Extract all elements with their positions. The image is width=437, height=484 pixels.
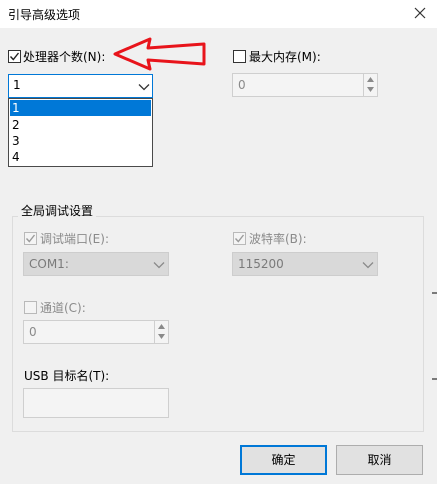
channel-value: 0 — [29, 325, 37, 339]
channel-spinner[interactable] — [154, 321, 168, 343]
processor-count-select[interactable]: 1 — [8, 74, 153, 98]
dropdown-option-2[interactable]: 2 — [10, 117, 151, 133]
max-memory-checkbox[interactable] — [233, 50, 246, 63]
channel-label: 通道(C): — [40, 301, 86, 315]
baud-rate-label: 波特率(B): — [249, 232, 307, 246]
spin-up-icon[interactable] — [158, 324, 165, 329]
scrollbar-mark — [432, 292, 437, 294]
debug-port-label: 调试端口(E): — [40, 232, 109, 246]
red-arrow-annotation — [113, 37, 206, 71]
cancel-button[interactable]: 取消 — [336, 445, 423, 475]
channel-checkbox[interactable] — [24, 301, 37, 314]
chevron-down-icon — [362, 262, 374, 269]
max-memory-input[interactable]: 0 — [232, 73, 378, 97]
debug-port-checkbox[interactable] — [24, 232, 37, 245]
max-memory-label: 最大内存(M): — [249, 50, 321, 64]
chevron-down-icon — [138, 84, 150, 91]
window-title: 引导高级选项 — [8, 8, 81, 22]
spin-down-icon[interactable] — [158, 334, 165, 339]
scrollbar-mark — [432, 378, 437, 380]
spin-up-icon[interactable] — [367, 77, 374, 82]
dropdown-option-3[interactable]: 3 — [10, 133, 151, 149]
option-label: 4 — [12, 150, 20, 164]
close-icon[interactable] — [411, 2, 429, 24]
usb-target-label: USB 目标名(T): — [24, 369, 110, 383]
usb-target-input[interactable] — [23, 388, 169, 418]
option-label: 3 — [12, 134, 20, 148]
channel-input[interactable]: 0 — [23, 320, 169, 344]
processor-count-value: 1 — [13, 78, 21, 92]
ok-button[interactable]: 确定 — [240, 445, 327, 475]
baud-rate-checkbox[interactable] — [233, 232, 246, 245]
debug-settings-title: 全局调试设置 — [18, 202, 97, 219]
option-label: 1 — [12, 101, 20, 115]
dropdown-option-1[interactable]: 1 — [10, 100, 151, 116]
spin-down-icon[interactable] — [367, 87, 374, 92]
checkmark-icon — [9, 52, 20, 61]
option-label: 2 — [12, 118, 20, 132]
chevron-down-icon — [153, 262, 165, 269]
checkmark-icon — [234, 234, 245, 243]
dropdown-option-4[interactable]: 4 — [10, 149, 151, 165]
debug-port-value: COM1: — [29, 257, 69, 271]
processor-count-checkbox[interactable] — [8, 50, 21, 63]
debug-port-select[interactable]: COM1: — [23, 252, 169, 276]
max-memory-spinner[interactable] — [363, 74, 377, 96]
max-memory-value: 0 — [238, 78, 246, 92]
checkmark-icon — [25, 234, 36, 243]
baud-rate-select[interactable]: 115200 — [232, 252, 378, 276]
processor-count-label: 处理器个数(N): — [23, 50, 106, 64]
baud-rate-value: 115200 — [238, 257, 284, 271]
processor-count-dropdown[interactable]: 1 2 3 4 — [8, 98, 153, 167]
